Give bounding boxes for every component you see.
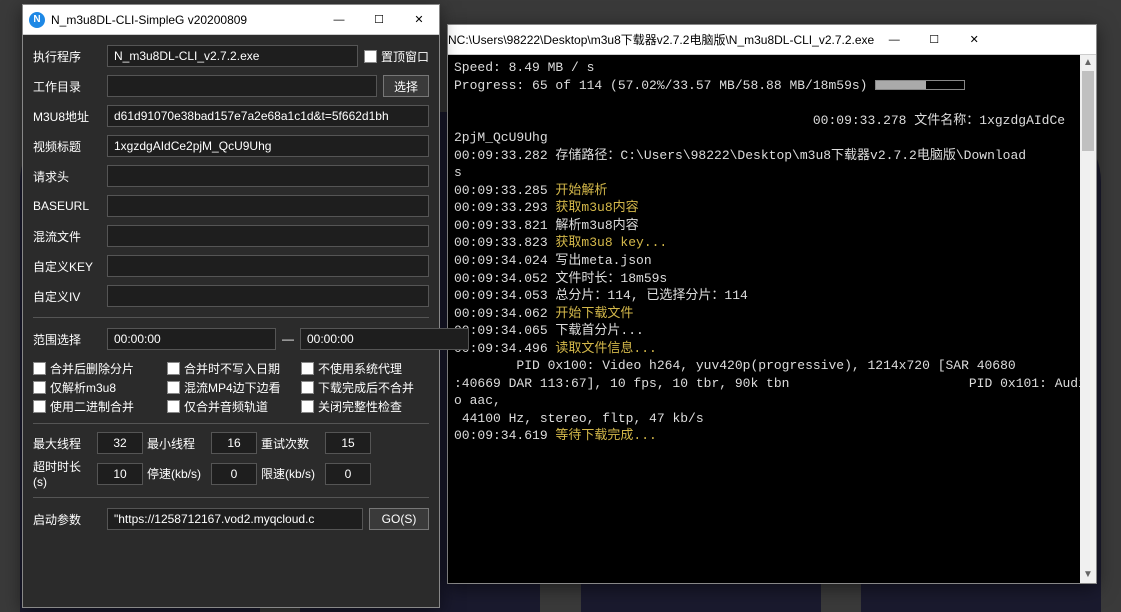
label-timeout: 超时时长(s) (33, 458, 93, 489)
downloader-gui-window: N N_m3u8DL-CLI-SimpleG v20200809 — ☐ ✕ 执… (22, 4, 440, 608)
range-from-input[interactable] (107, 328, 276, 350)
label-workdir: 工作目录 (33, 78, 101, 95)
exec-path-input[interactable] (107, 45, 358, 67)
console-title: C:\Users\98222\Desktop\m3u8下载器v2.7.2电脑版\… (457, 31, 875, 48)
console-window: N C:\Users\98222\Desktop\m3u8下载器v2.7.2电脑… (447, 24, 1097, 584)
app-icon: N (29, 12, 45, 28)
retry-input[interactable] (325, 432, 371, 454)
label-request-header: 请求头 (33, 168, 101, 185)
stop-speed-input[interactable] (211, 463, 257, 485)
check-no-date-on-merge[interactable]: 合并时不写入日期 (167, 360, 295, 377)
video-title-input[interactable] (107, 135, 429, 157)
minimize-button[interactable]: — (319, 5, 359, 35)
close-button[interactable]: ✕ (954, 25, 994, 55)
min-thread-input[interactable] (211, 432, 257, 454)
range-dash: — (282, 332, 294, 346)
check-no-system-proxy[interactable]: 不使用系统代理 (301, 360, 429, 377)
check-binary-merge[interactable]: 使用二进制合并 (33, 398, 161, 415)
workdir-input[interactable] (107, 75, 377, 97)
max-thread-input[interactable] (97, 432, 143, 454)
label-min-thread: 最小线程 (147, 435, 207, 452)
label-retry: 重试次数 (261, 435, 321, 452)
go-button[interactable]: GO(S) (369, 508, 429, 530)
minimize-button[interactable]: — (874, 25, 914, 55)
range-to-input[interactable] (300, 328, 469, 350)
choose-dir-button[interactable]: 选择 (383, 75, 429, 97)
maximize-button[interactable]: ☐ (359, 5, 399, 35)
scroll-track[interactable] (1080, 71, 1096, 567)
label-baseurl: BASEURL (33, 199, 101, 213)
divider (33, 317, 429, 318)
label-exec: 执行程序 (33, 48, 101, 65)
label-m3u8: M3U8地址 (33, 108, 101, 125)
stay-on-top-checkbox[interactable]: 置顶窗口 (364, 48, 429, 65)
mux-file-input[interactable] (107, 225, 429, 247)
check-delete-after-merge[interactable]: 合并后删除分片 (33, 360, 161, 377)
check-audio-only-merge[interactable]: 仅合并音频轨道 (167, 398, 295, 415)
label-stop-speed: 停速(kb/s) (147, 465, 207, 482)
custom-iv-input[interactable] (107, 285, 429, 307)
vertical-scrollbar[interactable]: ▲ ▼ (1080, 55, 1096, 583)
check-no-merge-after[interactable]: 下载完成后不合并 (301, 379, 429, 396)
titlebar[interactable]: N N_m3u8DL-CLI-SimpleG v20200809 — ☐ ✕ (23, 5, 439, 35)
start-args-input[interactable] (107, 508, 363, 530)
custom-key-input[interactable] (107, 255, 429, 277)
app-icon: N (448, 33, 457, 47)
check-mux-while-download[interactable]: 混流MP4边下边看 (167, 379, 295, 396)
scroll-thumb[interactable] (1082, 71, 1094, 151)
divider (33, 423, 429, 424)
check-disable-integrity[interactable]: 关闭完整性检查 (301, 398, 429, 415)
baseurl-input[interactable] (107, 195, 429, 217)
close-button[interactable]: ✕ (399, 5, 439, 35)
label-custom-iv: 自定义IV (33, 288, 101, 305)
label-max-thread: 最大线程 (33, 435, 93, 452)
label-range: 范围选择 (33, 331, 101, 348)
divider (33, 497, 429, 498)
label-custom-key: 自定义KEY (33, 258, 101, 275)
label-video-title: 视频标题 (33, 138, 101, 155)
m3u8-address-input[interactable] (107, 105, 429, 127)
check-parse-only[interactable]: 仅解析m3u8 (33, 379, 161, 396)
scroll-up-button[interactable]: ▲ (1080, 55, 1096, 71)
console-output[interactable]: Speed: 8.49 MB / s Progress: 65 of 114 (… (448, 55, 1096, 583)
maximize-button[interactable]: ☐ (914, 25, 954, 55)
scroll-down-button[interactable]: ▼ (1080, 567, 1096, 583)
window-title: N_m3u8DL-CLI-SimpleG v20200809 (51, 13, 319, 27)
console-titlebar[interactable]: N C:\Users\98222\Desktop\m3u8下载器v2.7.2电脑… (448, 25, 1096, 55)
label-limit-speed: 限速(kb/s) (261, 465, 321, 482)
label-mux-file: 混流文件 (33, 228, 101, 245)
request-header-input[interactable] (107, 165, 429, 187)
limit-speed-input[interactable] (325, 463, 371, 485)
label-start-args: 启动参数 (33, 511, 101, 528)
timeout-input[interactable] (97, 463, 143, 485)
